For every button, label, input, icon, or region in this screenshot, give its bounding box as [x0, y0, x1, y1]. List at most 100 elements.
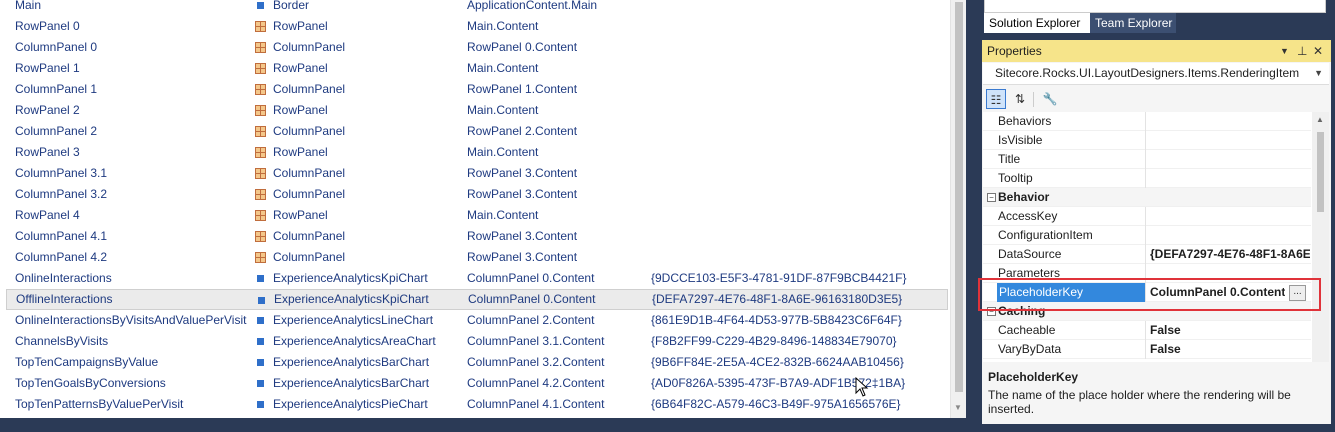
- rendering-type: ExperienceAnalyticsAreaChart: [273, 334, 436, 348]
- rendering-placeholder: Main.Content: [467, 61, 539, 75]
- list-row[interactable]: TopTenGoalsByConversions ExperienceAnalyt…: [6, 373, 948, 394]
- properties-window: Properties ▼ ⊥ ✕ Sitecore.Rocks.UI.Layou…: [982, 40, 1331, 424]
- property-value[interactable]: False: [1150, 340, 1310, 359]
- list-row[interactable]: RowPanel 0 RowPanel Main.Content: [6, 16, 948, 37]
- property-name: AccessKey: [998, 209, 1058, 223]
- chart-icon: [257, 317, 264, 324]
- object-selector[interactable]: Sitecore.Rocks.UI.LayoutDesigners.Items.…: [983, 63, 1329, 85]
- pin-icon[interactable]: ⊥: [1297, 40, 1307, 62]
- property-row[interactable]: AccessKey: [983, 207, 1311, 226]
- property-row[interactable]: ConfigurationItem: [983, 226, 1311, 245]
- list-row[interactable]: RowPanel 3 RowPanel Main.Content: [6, 142, 948, 163]
- property-name: DataSource: [998, 247, 1062, 261]
- rendering-type: ColumnPanel: [273, 40, 346, 54]
- rendering-type: ExperienceAnalyticsKpiChart: [274, 292, 429, 306]
- list-row[interactable]: ColumnPanel 4.1 ColumnPanel RowPanel 3.Con…: [6, 226, 948, 247]
- rendering-datasource: {9B6FF84E-2E5A-4CE2-832B-6624AAB10456}: [651, 355, 904, 369]
- scrollbar-thumb[interactable]: [1317, 132, 1324, 212]
- pane-splitter[interactable]: [966, 0, 976, 432]
- property-row[interactable]: VaryByData False: [983, 340, 1311, 359]
- chart-icon: [257, 359, 264, 366]
- mouse-cursor-icon: [855, 377, 869, 397]
- rendering-placeholder: Main.Content: [467, 103, 539, 117]
- rendering-type: ColumnPanel: [273, 229, 346, 243]
- list-row[interactable]: ChannelsByVisits ExperienceAnalyticsAreaC…: [6, 331, 948, 352]
- property-row[interactable]: Behaviors: [983, 112, 1311, 131]
- scroll-up-icon[interactable]: ▲: [1316, 115, 1324, 124]
- rendering-name: ColumnPanel 0: [15, 40, 98, 54]
- property-grid-scrollbar[interactable]: ▲: [1312, 112, 1329, 362]
- border-icon: [257, 2, 264, 9]
- rendering-type: ExperienceAnalyticsBarChart: [273, 355, 430, 369]
- list-row[interactable]: TopTenPatternsByValuePerVisit ExperienceA…: [6, 394, 948, 415]
- rendering-name: ChannelsByVisits: [15, 334, 109, 348]
- rendering-name: ColumnPanel 4.1: [15, 229, 108, 243]
- layout-designer-list: Main Border ApplicationContent.Main RowPane…: [0, 0, 967, 418]
- property-row[interactable]: Title: [983, 150, 1311, 169]
- property-value[interactable]: {DEFA7297-4E76-48F1-8A6E: [1150, 245, 1310, 264]
- column-divider: [1145, 207, 1146, 226]
- rendering-type: ColumnPanel: [273, 187, 346, 201]
- scrollbar-thumb[interactable]: [955, 2, 963, 392]
- property-row[interactable]: Tooltip: [983, 169, 1311, 188]
- property-name: Behavior: [998, 190, 1050, 204]
- categorized-icon[interactable]: ☷: [986, 89, 1006, 109]
- rendering-placeholder: ColumnPanel 4.1.Content: [467, 397, 605, 411]
- rendering-name: RowPanel 1: [15, 61, 80, 75]
- panel-grid-icon: [255, 231, 266, 242]
- rendering-name: OnlineInteractionsByVisitsAndValuePerVis…: [15, 313, 247, 327]
- rendering-name: ColumnPanel 2: [15, 124, 98, 138]
- panel-grid-icon: [255, 84, 266, 95]
- list-row[interactable]: ColumnPanel 3.2 ColumnPanel RowPanel 3.Con…: [6, 184, 948, 205]
- list-row[interactable]: ColumnPanel 1 ColumnPanel RowPanel 1.Conte…: [6, 79, 948, 100]
- panel-grid-icon: [255, 252, 266, 263]
- property-category[interactable]: − Behavior: [983, 188, 1311, 207]
- description-title: PlaceholderKey: [988, 370, 1079, 384]
- list-row[interactable]: TopTenCampaignsByValue ExperienceAnalytic…: [6, 352, 948, 373]
- rendering-type: ExperienceAnalyticsPieChart: [273, 397, 428, 411]
- property-row[interactable]: DataSource {DEFA7297-4E76-48F1-8A6E: [983, 245, 1311, 264]
- list-row[interactable]: RowPanel 1 RowPanel Main.Content: [6, 58, 948, 79]
- rendering-datasource: {DEFA7297-4E76-48F1-8A6E-96163180D3E5}: [652, 292, 903, 306]
- list-row[interactable]: OfflineInteractions ExperienceAnalyticsKp…: [6, 289, 948, 310]
- property-name: Tooltip: [998, 171, 1033, 185]
- property-description: PlaceholderKey The name of the place hol…: [983, 364, 1329, 422]
- list-row[interactable]: OnlineInteractionsByVisitsAndValuePerVis…: [6, 310, 948, 331]
- rendering-placeholder: RowPanel 3.Content: [467, 187, 578, 201]
- rendering-placeholder: Main.Content: [467, 19, 539, 33]
- list-row[interactable]: ColumnPanel 4.2 ColumnPanel RowPanel 3.Con…: [6, 247, 948, 268]
- rendering-type: RowPanel: [273, 61, 328, 75]
- rendering-name: OnlineInteractions: [15, 271, 112, 285]
- property-pages-icon[interactable]: 🔧: [1040, 89, 1060, 109]
- property-value[interactable]: False: [1150, 321, 1310, 340]
- list-row[interactable]: ColumnPanel 0 ColumnPanel RowPanel 0.Conte…: [6, 37, 948, 58]
- rendering-name: RowPanel 4: [15, 208, 80, 222]
- list-row[interactable]: ColumnPanel 3.1 ColumnPanel RowPanel 3.Con…: [6, 163, 948, 184]
- tab-team-explorer[interactable]: Team Explorer: [1090, 13, 1176, 33]
- scroll-down-icon[interactable]: ▼: [954, 403, 962, 412]
- list-row[interactable]: RowPanel 2 RowPanel Main.Content: [6, 100, 948, 121]
- rendering-type: RowPanel: [273, 208, 328, 222]
- rendering-type: Border: [273, 0, 310, 12]
- rendering-name: Main: [15, 0, 42, 12]
- column-divider: [1145, 112, 1146, 131]
- dropdown-icon[interactable]: ▼: [1280, 40, 1289, 62]
- rendering-placeholder: ColumnPanel 0.Content: [468, 292, 596, 306]
- right-tool-pane: Solution Explorer Team Explorer Properti…: [976, 0, 1335, 432]
- rendering-name: ColumnPanel 3.1: [15, 166, 108, 180]
- list-row[interactable]: RowPanel 4 RowPanel Main.Content: [6, 205, 948, 226]
- alphabetical-icon[interactable]: ⇅: [1010, 89, 1030, 109]
- list-row[interactable]: Main Border ApplicationContent.Main: [6, 0, 948, 16]
- list-row[interactable]: ColumnPanel 2 ColumnPanel RowPanel 2.Conte…: [6, 121, 948, 142]
- solution-explorer-body: [984, 0, 1326, 13]
- property-name: VaryByData: [998, 342, 1062, 356]
- tab-solution-explorer[interactable]: Solution Explorer: [984, 13, 1090, 33]
- collapse-icon[interactable]: −: [987, 193, 996, 202]
- property-row[interactable]: Cacheable False: [983, 321, 1311, 340]
- list-row[interactable]: OnlineInteractions ExperienceAnalyticsKpi…: [6, 268, 948, 289]
- property-row[interactable]: IsVisible: [983, 131, 1311, 150]
- list-vertical-scrollbar[interactable]: ▼: [950, 0, 967, 418]
- panel-grid-icon: [255, 105, 266, 116]
- rendering-placeholder: ApplicationContent.Main: [467, 0, 598, 12]
- close-icon[interactable]: ✕: [1313, 40, 1323, 62]
